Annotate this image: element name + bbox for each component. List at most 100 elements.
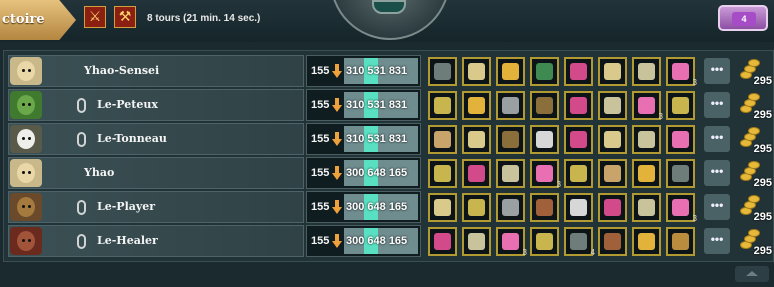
loot-slot[interactable] xyxy=(666,91,695,120)
loot-slot[interactable] xyxy=(496,91,525,120)
player-avatar[interactable] xyxy=(10,57,42,85)
player-name[interactable]: Yhao-Sensei xyxy=(84,64,159,77)
swords-icon[interactable]: ⚔ xyxy=(84,6,106,28)
loot-slot[interactable] xyxy=(564,57,593,86)
loot-slot[interactable] xyxy=(598,91,627,120)
loot-slot[interactable] xyxy=(632,193,661,222)
player-avatar[interactable] xyxy=(10,227,42,255)
player-name-bar[interactable]: Le-Peteux xyxy=(8,89,304,121)
player-name[interactable]: Yhao xyxy=(84,166,114,179)
more-items-button[interactable]: ••• xyxy=(704,228,730,254)
player-row[interactable]: Yhao-Sensei 155 310 531 831 3 ••• 295 xyxy=(8,55,773,87)
loot-slot[interactable] xyxy=(564,91,593,120)
player-level: 155 xyxy=(311,65,330,77)
loot-slot[interactable]: 3 xyxy=(666,193,697,223)
player-row[interactable]: Le-Peteux 155 310 531 831 3 ••• 295 xyxy=(8,89,773,121)
level-xp-box: 155 310 531 831 xyxy=(306,123,421,155)
loot-slot[interactable] xyxy=(496,57,525,86)
loot-slot[interactable] xyxy=(598,125,627,154)
more-items-button[interactable]: ••• xyxy=(704,58,730,84)
loot-slot[interactable] xyxy=(496,159,525,188)
loot-slot[interactable] xyxy=(598,227,627,256)
more-items-button[interactable]: ••• xyxy=(704,92,730,118)
player-avatar[interactable] xyxy=(10,91,42,119)
loot-slot[interactable] xyxy=(462,227,491,256)
loot-slot[interactable] xyxy=(496,193,525,222)
player-name-bar[interactable]: Le-Healer xyxy=(8,225,304,257)
player-name[interactable]: Le-Peteux xyxy=(97,98,158,111)
player-name-bar[interactable]: Le-Player xyxy=(8,191,304,223)
player-name[interactable]: Le-Player xyxy=(97,200,155,213)
ingot-icon xyxy=(604,97,621,114)
player-row[interactable]: Le-Player 155 300 648 165 3 ••• 295 xyxy=(8,191,773,223)
item-count: 4 xyxy=(590,248,595,257)
loot-slot[interactable] xyxy=(666,227,695,256)
loot-slot[interactable] xyxy=(598,159,627,188)
loot-slot[interactable]: 3 xyxy=(666,57,697,87)
loot-slot[interactable] xyxy=(428,57,457,86)
ingot-icon xyxy=(468,233,485,250)
lyre-icon xyxy=(638,233,655,250)
player-avatar[interactable] xyxy=(10,159,42,187)
loot-slot[interactable] xyxy=(564,159,593,188)
fight-duration: 8 tours (21 min. 14 sec.) xyxy=(147,13,261,24)
loot-slot[interactable] xyxy=(530,227,559,256)
loot-slot[interactable]: 4 xyxy=(564,227,595,257)
loot-slot[interactable] xyxy=(428,227,457,256)
loot-slot[interactable] xyxy=(428,125,457,154)
loot-slot[interactable] xyxy=(428,193,457,222)
loot-slot[interactable] xyxy=(632,125,661,154)
level-down-arrow-icon xyxy=(332,234,342,248)
scroll-icon xyxy=(468,131,485,148)
coin-icon xyxy=(748,161,760,169)
loot-slot[interactable] xyxy=(428,159,457,188)
more-items-button[interactable]: ••• xyxy=(704,126,730,152)
player-name[interactable]: Le-Tonneau xyxy=(97,132,167,145)
horn-icon xyxy=(536,131,553,148)
player-name[interactable]: Le-Healer xyxy=(97,234,158,247)
gold-amount: 295 xyxy=(753,75,772,87)
loot-slot[interactable]: 3 xyxy=(496,227,527,257)
loot-slot[interactable] xyxy=(598,57,627,86)
loot-slot[interactable] xyxy=(462,159,491,188)
loot-slot[interactable] xyxy=(462,57,491,86)
loot-slot[interactable] xyxy=(530,57,559,86)
loot-slot[interactable] xyxy=(462,91,491,120)
player-name-bar[interactable]: Le-Tonneau xyxy=(8,123,304,155)
more-items-button[interactable]: ••• xyxy=(704,160,730,186)
loot-slot[interactable]: 3 xyxy=(530,159,561,189)
loot-slot[interactable] xyxy=(632,227,661,256)
scroll-up-button[interactable] xyxy=(735,266,769,282)
lyre-icon xyxy=(468,97,485,114)
loot-slot[interactable]: 3 xyxy=(632,91,663,121)
horn-icon xyxy=(570,199,587,216)
loot-slot[interactable] xyxy=(564,125,593,154)
loot-slot[interactable] xyxy=(530,91,559,120)
loot-slot[interactable] xyxy=(564,193,593,222)
player-name-bar[interactable]: Yhao-Sensei xyxy=(8,55,304,87)
loot-slot[interactable] xyxy=(598,193,627,222)
more-items-button[interactable]: ••• xyxy=(704,194,730,220)
loot-slot[interactable] xyxy=(632,159,661,188)
loot-slot[interactable] xyxy=(462,125,491,154)
player-row[interactable]: Le-Healer 155 300 648 165 3 4 ••• 295 xyxy=(8,225,773,257)
player-avatar[interactable] xyxy=(10,125,42,153)
loot-slot[interactable] xyxy=(530,193,559,222)
player-avatar[interactable] xyxy=(10,193,42,221)
tab-victory[interactable]: ctoire xyxy=(0,0,76,40)
loot-slot[interactable] xyxy=(666,159,695,188)
loot-slot[interactable] xyxy=(632,57,661,86)
crossed-weapons-icon[interactable]: ⚒ xyxy=(114,6,136,28)
player-row[interactable]: Le-Tonneau 155 310 531 831 ••• 295 xyxy=(8,123,773,155)
loot-slot[interactable] xyxy=(462,193,491,222)
player-row[interactable]: Yhao 155 300 648 165 3 ••• 295 xyxy=(8,157,773,189)
loot-chest-button[interactable]: 4 xyxy=(718,5,768,31)
loot-slot[interactable] xyxy=(496,125,525,154)
level-xp-box: 155 300 648 165 xyxy=(306,157,421,189)
loot-slot[interactable] xyxy=(428,91,457,120)
loot-slot[interactable] xyxy=(530,125,559,154)
loot-slot[interactable] xyxy=(666,125,695,154)
level-xp-box: 155 300 648 165 xyxy=(306,225,421,257)
player-name-bar[interactable]: Yhao xyxy=(8,157,304,189)
level-xp-box: 155 300 648 165 xyxy=(306,191,421,223)
